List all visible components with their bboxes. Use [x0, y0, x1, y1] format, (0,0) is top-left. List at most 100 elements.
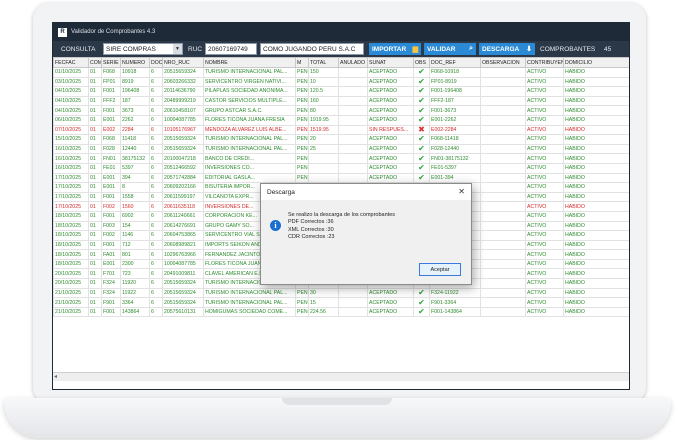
table-cell: ACTIVO — [525, 143, 564, 155]
table-cell: 01 — [88, 124, 102, 136]
table-cell: 6 — [149, 268, 163, 280]
table-cell: 196408 — [120, 86, 150, 97]
table-cell: 10105176967 — [162, 124, 204, 136]
table-cell: 1560 — [120, 201, 150, 212]
table-cell: ACEPTADO — [367, 162, 414, 174]
table-cell: 2262 — [120, 114, 150, 126]
table-cell: 01 — [88, 114, 102, 126]
horizontal-scrollbar[interactable]: ◂ — [53, 372, 629, 381]
column-header[interactable]: FECFAC — [53, 57, 89, 68]
table-row[interactable]: 06/10/2025 01 E001 2262 6 10004087785 FLORES T… — [53, 114, 629, 126]
table-cell: 187 — [120, 95, 150, 107]
table-cell: 5397 — [120, 162, 150, 174]
table-cell — [480, 287, 526, 299]
table-row[interactable]: 16/10/2025 01 F028 12440 6 20515659324 TURISMO… — [53, 143, 629, 155]
table-cell: 6 — [149, 201, 163, 212]
column-header[interactable]: DOC — [149, 57, 163, 68]
column-header[interactable]: COMI — [88, 57, 102, 68]
laptop-notch — [282, 398, 392, 405]
table-cell: 25 — [308, 143, 339, 155]
check-icon: ✔ — [413, 153, 430, 164]
column-header[interactable]: DOMICILIO — [563, 57, 629, 68]
table-cell: 18/10/2025 — [53, 239, 89, 251]
column-header[interactable]: DOC_REF — [429, 57, 481, 68]
table-row[interactable]: 16/10/2025 01 FN01 38175132 6 20100047218 BANC… — [53, 153, 629, 164]
table-cell: ACTIVO — [525, 297, 564, 308]
table-cell: 6 — [149, 258, 163, 270]
column-header[interactable]: M — [295, 57, 309, 68]
importar-button[interactable]: IMPORTAR ▆ — [369, 43, 421, 55]
table-cell: FFF2-187 — [429, 95, 481, 107]
consulta-select-value: SIRE COMPRAS — [106, 45, 156, 53]
column-header[interactable]: OBS — [413, 57, 430, 68]
table-cell — [480, 105, 526, 116]
table-cell: ACEPTADO — [367, 105, 414, 116]
table-cell: 17/10/2025 — [53, 172, 89, 184]
table-row[interactable]: 16/10/2025 01 FE01 5397 6 20512466592 INVERSIO… — [53, 162, 629, 174]
descarga-button[interactable]: DESCARGA ⬇ — [479, 43, 535, 55]
table-cell — [338, 306, 368, 318]
table-cell: F001 — [101, 306, 121, 318]
consulta-select[interactable]: SIRE COMPRAS ▼ — [103, 43, 183, 55]
table-row[interactable]: 01/10/2025 01 F068 10918 6 20515659324 TURISMO… — [53, 67, 629, 78]
table-cell: 18/10/2025 — [53, 258, 89, 270]
table-cell — [480, 201, 526, 212]
validar-button[interactable]: VALIDAR ⌕ — [424, 43, 476, 55]
table-cell: ACTIVO — [525, 306, 564, 318]
table-cell — [338, 76, 368, 88]
table-cell: FN01-38175132 — [429, 153, 481, 164]
ruc-input[interactable]: 20607169749 — [205, 43, 257, 55]
column-header[interactable]: OBSERVACION — [480, 57, 526, 68]
dialog-xml-count: XML Correctos :30 — [288, 226, 334, 233]
table-cell: HABIDO — [563, 230, 629, 241]
table-cell: E001 — [101, 182, 121, 193]
table-cell: ACTIVO — [525, 210, 564, 222]
table-cell: HABIDO — [563, 249, 629, 260]
chevron-down-icon[interactable]: ▼ — [173, 44, 182, 54]
table-cell: 01 — [88, 86, 102, 97]
table-cell — [308, 153, 339, 164]
table-row[interactable]: 04/10/2025 01 FFF2 187 6 20489999219 CASTOR SE… — [53, 95, 629, 107]
column-header[interactable]: TOTAL — [308, 57, 339, 68]
column-header[interactable]: ANULADO — [338, 57, 368, 68]
table-cell — [338, 67, 368, 78]
table-cell: 10004087785 — [162, 258, 204, 270]
aceptar-button[interactable]: Aceptar — [419, 263, 461, 276]
scroll-left-icon[interactable]: ◂ — [54, 373, 57, 380]
table-row[interactable]: 03/10/2025 01 FP01 8919 6 20603266332 SERVICEN… — [53, 76, 629, 88]
dialog-pdf-count: PDF Correctos :36 — [288, 219, 334, 226]
table-cell — [480, 143, 526, 155]
table-cell — [480, 210, 526, 222]
close-icon[interactable]: ✕ — [458, 187, 465, 196]
column-header[interactable]: NRO_RUC — [162, 57, 204, 68]
column-header[interactable]: SUNAT — [367, 57, 414, 68]
table-row[interactable]: 21/10/2025 01 F901 3364 6 20515659324 TURISMO … — [53, 297, 629, 308]
table-row[interactable]: 15/10/2025 01 F068 11418 6 20515659324 TURISMO… — [53, 134, 629, 145]
table-row[interactable]: 17/10/2025 01 E001 394 6 20571742884 EDITORIAL… — [53, 172, 629, 184]
table-row[interactable]: 07/10/2025 01 E002 2284 6 10105176967 MENDOZA … — [53, 124, 629, 136]
table-row[interactable]: 21/10/2025 01 F001 143864 6 20575610131 HOMIGU… — [53, 306, 629, 318]
column-header[interactable]: SERIE — [101, 57, 121, 68]
table-cell: PEN — [295, 124, 309, 136]
column-header[interactable]: CONTRIBUYEN — [525, 57, 564, 68]
table-cell: ACEPTADO — [367, 172, 414, 184]
table-cell — [480, 134, 526, 145]
toolbar: CONSULTA SIRE COMPRAS ▼ RUC 20607169749 … — [53, 41, 629, 57]
table-cell: 11922 — [120, 287, 150, 299]
column-header[interactable]: NUMERO — [120, 57, 150, 68]
column-header[interactable]: NOMBRE — [203, 57, 296, 68]
table-cell: 21/10/2025 — [53, 287, 89, 299]
table-cell: ACTIVO — [525, 67, 564, 78]
table-cell: PEN — [295, 76, 309, 88]
table-cell: 01 — [88, 95, 102, 107]
table-row[interactable]: 04/10/2025 01 F001 3673 6 20610458107 GRUPO AS… — [53, 105, 629, 116]
table-cell — [338, 114, 368, 126]
table-cell: 17/10/2025 — [53, 201, 89, 212]
table-cell: PEN — [295, 105, 309, 116]
table-cell: 10004087785 — [162, 114, 204, 126]
table-header-row: FECFACCOMISERIENUMERODOCNRO_RUCNOMBREMTO… — [53, 57, 629, 68]
table-row[interactable]: 21/10/2025 01 F324 11922 6 20515659324 TURISMO… — [53, 287, 629, 299]
table-row[interactable]: 04/10/2025 01 F001 196408 6 20114636790 PILAPL… — [53, 86, 629, 97]
cross-icon: ✖ — [413, 124, 430, 136]
table-cell: 01 — [88, 287, 102, 299]
